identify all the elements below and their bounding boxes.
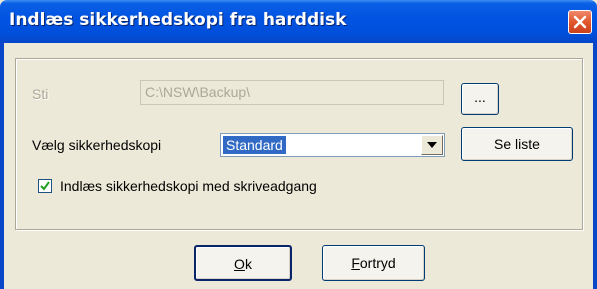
backup-select-value: Standard — [223, 136, 286, 154]
write-access-checkbox[interactable] — [38, 179, 52, 193]
write-access-label: Indlæs sikkerhedskopi med skriveadgang — [60, 178, 317, 194]
show-list-button[interactable]: Se liste — [461, 127, 573, 161]
browse-button[interactable]: ... — [461, 83, 499, 115]
path-label: Sti — [32, 86, 49, 102]
close-icon — [573, 15, 587, 29]
window-frame-right — [593, 43, 597, 289]
dialog-window: Indlæs sikkerhedskopi fra harddisk Sti C… — [0, 0, 597, 289]
ok-label-rest: k — [244, 256, 252, 272]
backup-select[interactable]: Standard — [220, 133, 445, 157]
checkmark-icon — [40, 181, 50, 191]
ok-button[interactable]: Ok — [194, 245, 292, 281]
window-frame-left — [0, 43, 4, 289]
window-title: Indlæs sikkerhedskopi fra harddisk — [9, 10, 347, 30]
backup-select-label: Vælg sikkerhedskopi — [32, 137, 162, 153]
cancel-mnemonic: F — [351, 255, 360, 271]
path-field: C:\NSW\Backup\ — [140, 80, 444, 105]
chevron-down-icon — [427, 142, 437, 148]
ok-mnemonic: O — [234, 256, 245, 272]
cancel-label-rest: ortryd — [359, 255, 396, 271]
close-button[interactable] — [568, 10, 592, 34]
cancel-button[interactable]: Fortryd — [322, 245, 425, 281]
dropdown-arrow-button[interactable] — [421, 135, 443, 155]
title-bar[interactable]: Indlæs sikkerhedskopi fra harddisk — [0, 0, 597, 43]
